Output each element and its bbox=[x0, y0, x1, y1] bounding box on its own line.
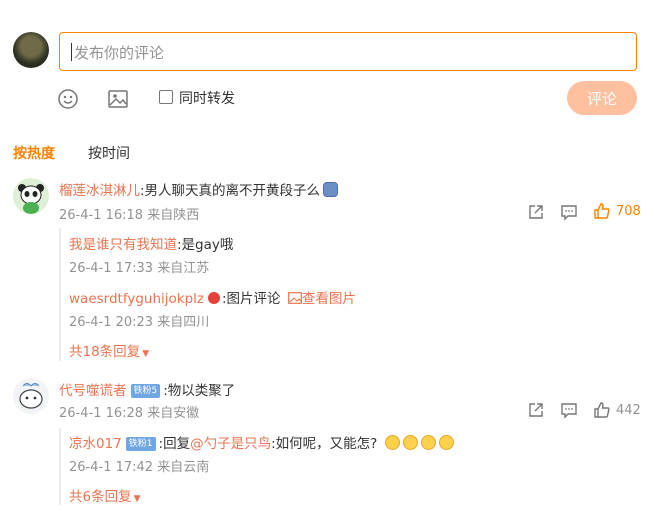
comment-line: 榴莲冰淇淋儿:男人聊天真的离不开黄段子么 bbox=[59, 179, 339, 199]
blocked-badge-icon bbox=[208, 292, 220, 304]
view-picture-link[interactable]: 查看图片 bbox=[302, 291, 356, 307]
like-icon[interactable] bbox=[593, 401, 611, 419]
comment-text: :男人聊天真的离不开黄段子么 bbox=[140, 183, 321, 199]
repost-label[interactable]: 同时转发 bbox=[179, 88, 235, 108]
tab-sort-hot[interactable]: 按热度 bbox=[13, 143, 55, 163]
more-replies-link[interactable]: 共18条回复 ▼ bbox=[69, 340, 149, 360]
caret-down-icon: ▼ bbox=[142, 349, 150, 359]
comment-placeholder: 发布你的评论 bbox=[74, 44, 165, 62]
mention-link[interactable]: @勺子是只鸟 bbox=[190, 436, 271, 452]
current-user-avatar[interactable] bbox=[13, 32, 49, 68]
reply-line: waesrdtfyguhijokplz :图片评论 查看图片 bbox=[69, 287, 356, 307]
avatar[interactable] bbox=[13, 178, 49, 214]
comment-line: 代号噬谎者 铁粉5:物以类聚了 bbox=[59, 379, 235, 399]
more-replies-label: 共18条回复 bbox=[69, 344, 141, 360]
reply-text: :图片评论 bbox=[222, 291, 281, 307]
emoji-icon bbox=[438, 435, 454, 450]
tab-sort-time[interactable]: 按时间 bbox=[88, 143, 130, 163]
repost-checkbox[interactable] bbox=[159, 90, 173, 104]
share-icon[interactable] bbox=[527, 203, 545, 221]
like-count: 708 bbox=[616, 204, 641, 219]
picture-icon bbox=[287, 292, 302, 304]
fan-badge: 铁粉5 bbox=[130, 384, 161, 398]
reply-prefix: :回复 bbox=[158, 436, 191, 452]
reply-line: 我是谁只有我知道:是gay哦 bbox=[69, 233, 233, 253]
fan-badge: 铁粉1 bbox=[125, 437, 156, 451]
caret-down-icon: ▼ bbox=[133, 494, 141, 504]
like-icon[interactable] bbox=[593, 202, 611, 220]
reply-username[interactable]: 凉水017 bbox=[69, 436, 122, 452]
comment-meta: 26-4-1 16:18 来自陕西 bbox=[59, 208, 200, 223]
reply-line: 凉水017 铁粉1:回复@勺子是只鸟:如何呢，又能怎? bbox=[69, 432, 454, 452]
text-caret bbox=[71, 43, 72, 61]
comment-meta: 26-4-1 16:28 来自安徽 bbox=[59, 406, 200, 421]
reply-thread-divider bbox=[59, 228, 61, 361]
more-replies-link[interactable]: 共6条回复 ▼ bbox=[69, 485, 141, 505]
like-count: 442 bbox=[616, 403, 641, 418]
reply-text: :是gay哦 bbox=[177, 237, 234, 253]
reply-meta: 26-4-1 17:33 来自江苏 bbox=[69, 261, 210, 276]
reply-username[interactable]: 我是谁只有我知道 bbox=[69, 237, 177, 253]
sweat-smile-emoji-icon bbox=[323, 182, 339, 197]
image-icon[interactable] bbox=[107, 88, 129, 110]
emoji-icon bbox=[384, 435, 400, 450]
reply-thread-divider bbox=[59, 428, 61, 505]
avatar[interactable] bbox=[13, 378, 49, 414]
emoji-icon bbox=[420, 435, 436, 450]
emoji-icon[interactable] bbox=[57, 88, 79, 110]
comment-input[interactable]: 发布你的评论 bbox=[59, 32, 637, 71]
panda-avatar-icon bbox=[13, 178, 49, 214]
submit-comment-button[interactable]: 评论 bbox=[567, 81, 637, 115]
comment-icon[interactable] bbox=[560, 203, 578, 221]
reply-text: :如何呢，又能怎? bbox=[271, 436, 378, 452]
comment-icon[interactable] bbox=[560, 401, 578, 419]
comment-text: :物以类聚了 bbox=[163, 383, 236, 399]
reply-username[interactable]: waesrdtfyguhijokplz bbox=[69, 291, 204, 307]
reply-meta: 26-4-1 20:23 来自四川 bbox=[69, 315, 210, 330]
comment-username[interactable]: 代号噬谎者 bbox=[59, 383, 127, 399]
cartoon-avatar-icon bbox=[13, 378, 49, 414]
reply-meta: 26-4-1 17:42 来自云南 bbox=[69, 460, 210, 475]
emoji-icon bbox=[402, 435, 418, 450]
more-replies-label: 共6条回复 bbox=[69, 489, 132, 505]
comment-username[interactable]: 榴莲冰淇淋儿 bbox=[59, 183, 140, 199]
share-icon[interactable] bbox=[527, 401, 545, 419]
